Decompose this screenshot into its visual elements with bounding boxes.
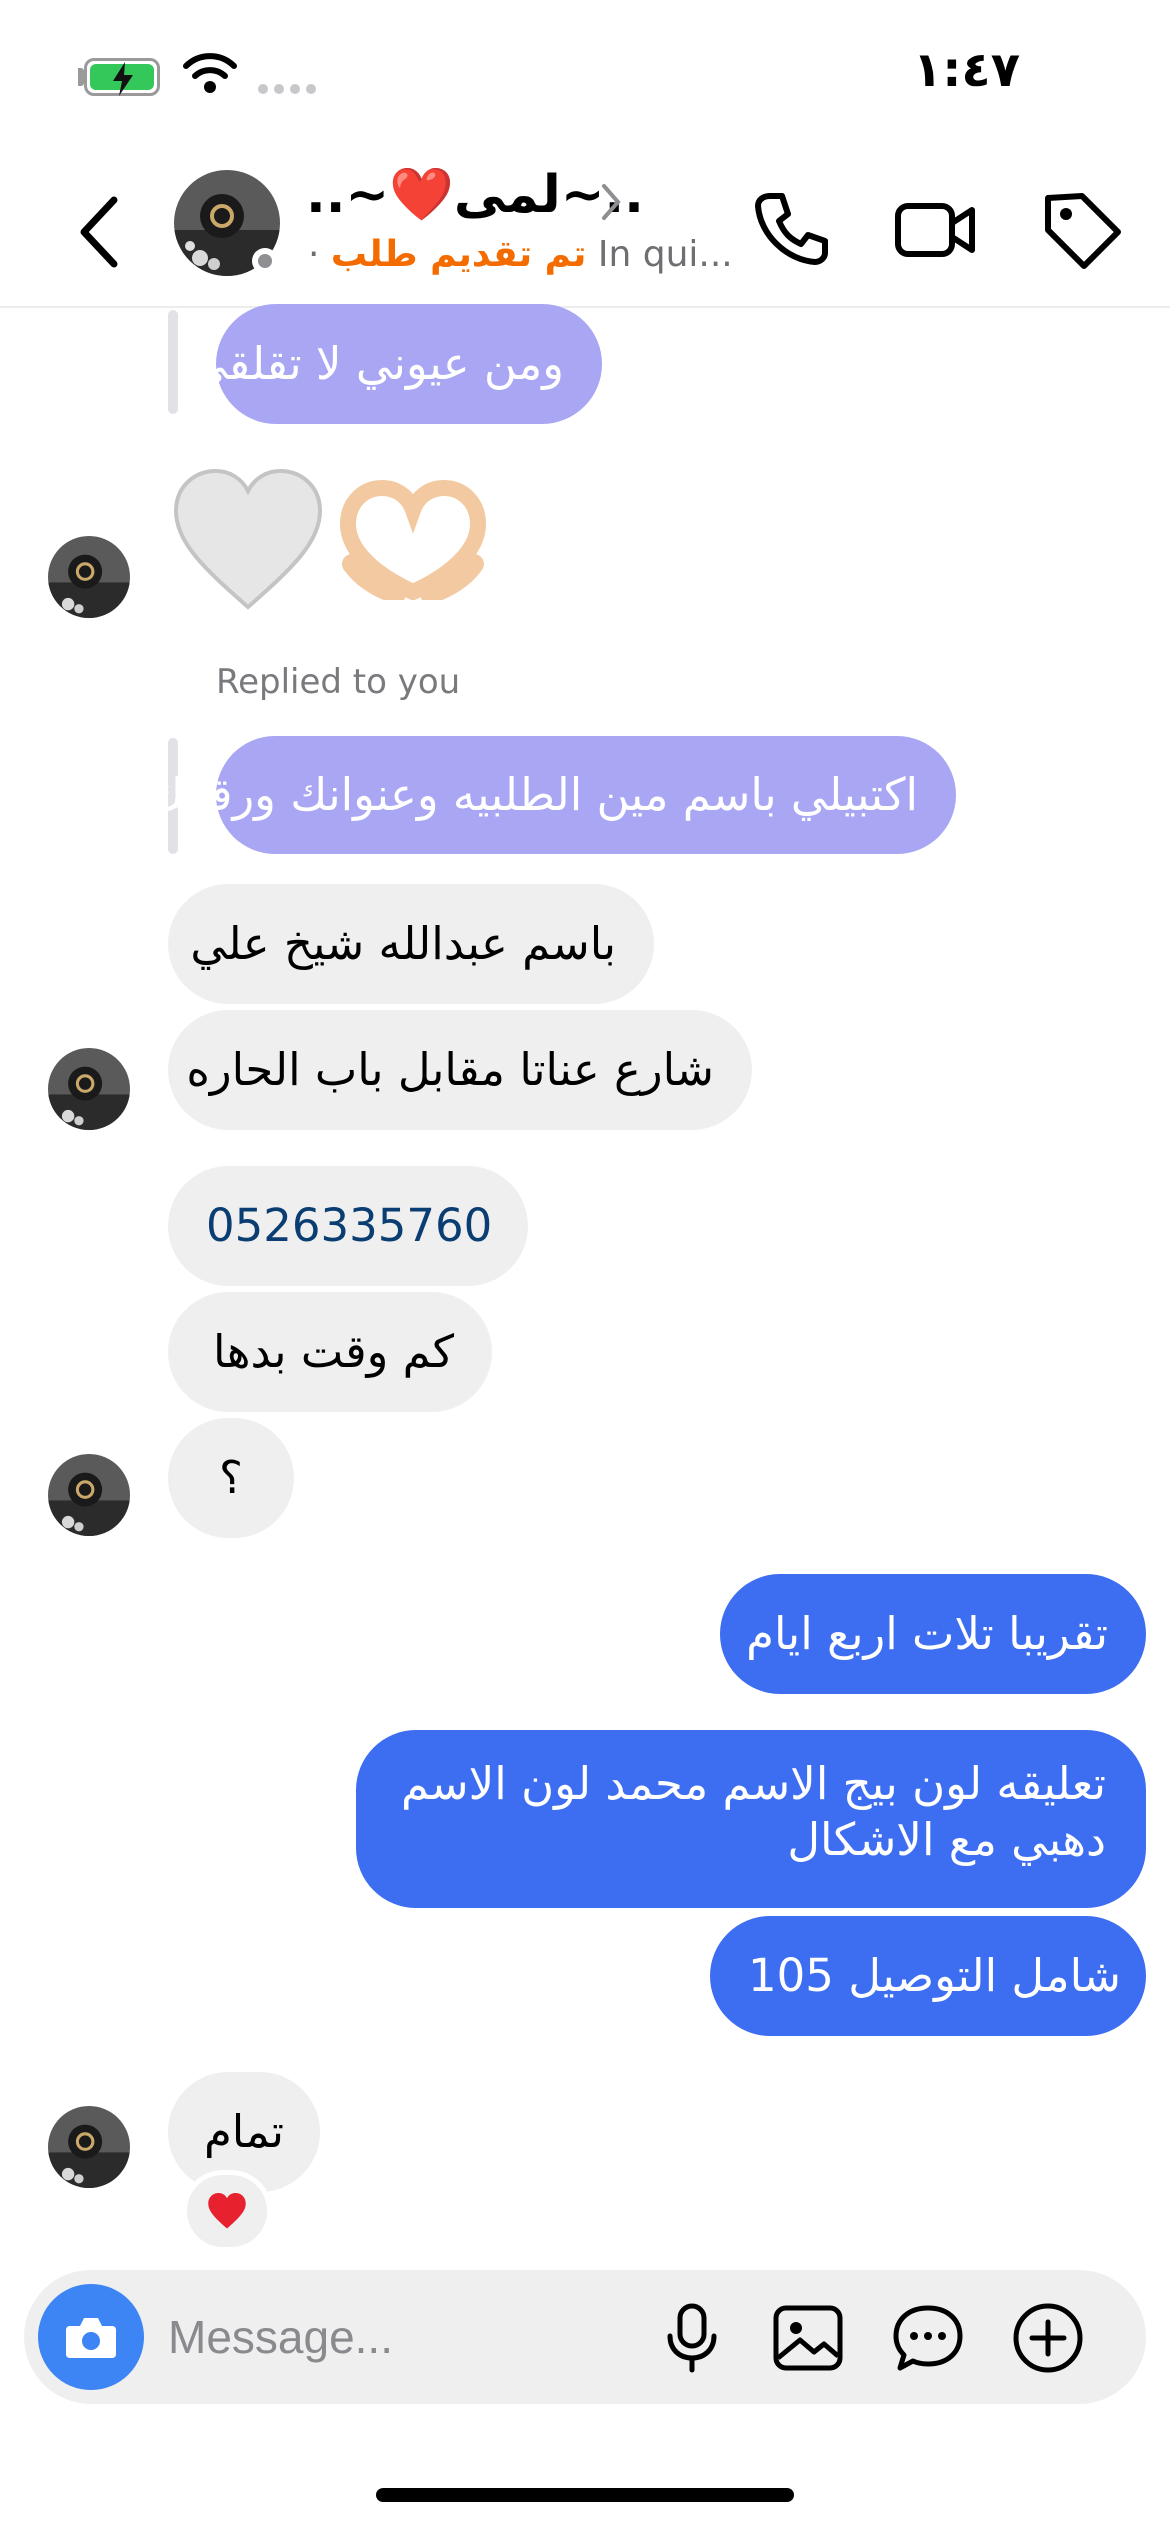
- phone-number-message[interactable]: 0526335760: [168, 1166, 528, 1286]
- sender-avatar[interactable]: [48, 2106, 130, 2188]
- quoted-message-bubble[interactable]: ومن عيوني لا تقلقي: [191, 304, 602, 424]
- replied-to-label: Replied to you: [216, 662, 461, 702]
- message-composer: [24, 2270, 1146, 2404]
- incoming-message-bubble[interactable]: ؟: [168, 1418, 294, 1538]
- message-input[interactable]: [168, 2296, 648, 2378]
- red-heart-icon: [208, 2193, 246, 2229]
- incoming-message-bubble[interactable]: كم وقت بدها: [168, 1292, 492, 1412]
- incoming-message-bubble[interactable]: باسم عبدالله شيخ علي: [168, 884, 654, 1004]
- outgoing-message-bubble[interactable]: تعليقه لون بيج الاسم محمد لون الاسم دهبي…: [356, 1730, 1146, 1908]
- tag-icon[interactable]: [1038, 186, 1124, 272]
- outgoing-message-bubble[interactable]: تقريبا تلات اربع ايام: [720, 1574, 1146, 1694]
- reply-line: [168, 310, 178, 414]
- camera-button[interactable]: [38, 2284, 144, 2390]
- chat-bubble-icon[interactable]: [890, 2300, 966, 2376]
- battery-cap: [78, 68, 84, 86]
- camera-icon: [66, 2318, 116, 2358]
- status-bar: ١:٤٧: [0, 0, 1170, 150]
- sender-avatar[interactable]: [48, 1048, 130, 1130]
- sender-avatar[interactable]: [48, 536, 130, 618]
- signal-icon: [258, 84, 316, 94]
- gallery-button[interactable]: [770, 2300, 846, 2376]
- heart-hands-emoji: [339, 480, 487, 600]
- home-indicator[interactable]: [376, 2488, 794, 2502]
- heart-reaction[interactable]: [182, 2170, 272, 2252]
- contact-name[interactable]: ..~لمى❤️~..: [306, 164, 644, 225]
- battery-icon: [84, 58, 160, 96]
- back-button[interactable]: [70, 192, 130, 272]
- chevron-right-icon[interactable]: [600, 182, 622, 222]
- incoming-message-bubble[interactable]: شارع عناتا مقابل باب الحاره: [168, 1010, 752, 1130]
- video-call-button[interactable]: [892, 186, 978, 272]
- contact-subtitle: · تم تقديم طلب In qui...: [308, 234, 733, 275]
- wifi-icon: [183, 53, 237, 93]
- folder-label: In qui...: [597, 234, 733, 275]
- chat-header: ..~لمى❤️~.. · تم تقديم طلب In qui...: [0, 150, 1170, 308]
- order-status-label: تم تقديم طلب: [330, 234, 587, 275]
- message-thread: ومن عيوني لا تقلقي Replied to you اكتبيل…: [0, 304, 1170, 2260]
- emoji-message[interactable]: [172, 460, 488, 620]
- sender-avatar[interactable]: [48, 1454, 130, 1536]
- white-heart-emoji: [173, 468, 323, 610]
- activity-status-dot: [252, 248, 278, 274]
- outgoing-message-bubble[interactable]: 105 شامل التوصيل: [710, 1916, 1146, 2036]
- subtitle-separator: ·: [308, 234, 320, 275]
- phone-call-button[interactable]: [748, 186, 834, 272]
- microphone-button[interactable]: [654, 2300, 730, 2376]
- status-time: ١:٤٧: [912, 42, 1020, 98]
- plus-button[interactable]: [1010, 2300, 1086, 2376]
- quoted-message-bubble[interactable]: اكتبيلي باسم مين الطلبيه وعنوانك ورقمك: [147, 736, 956, 854]
